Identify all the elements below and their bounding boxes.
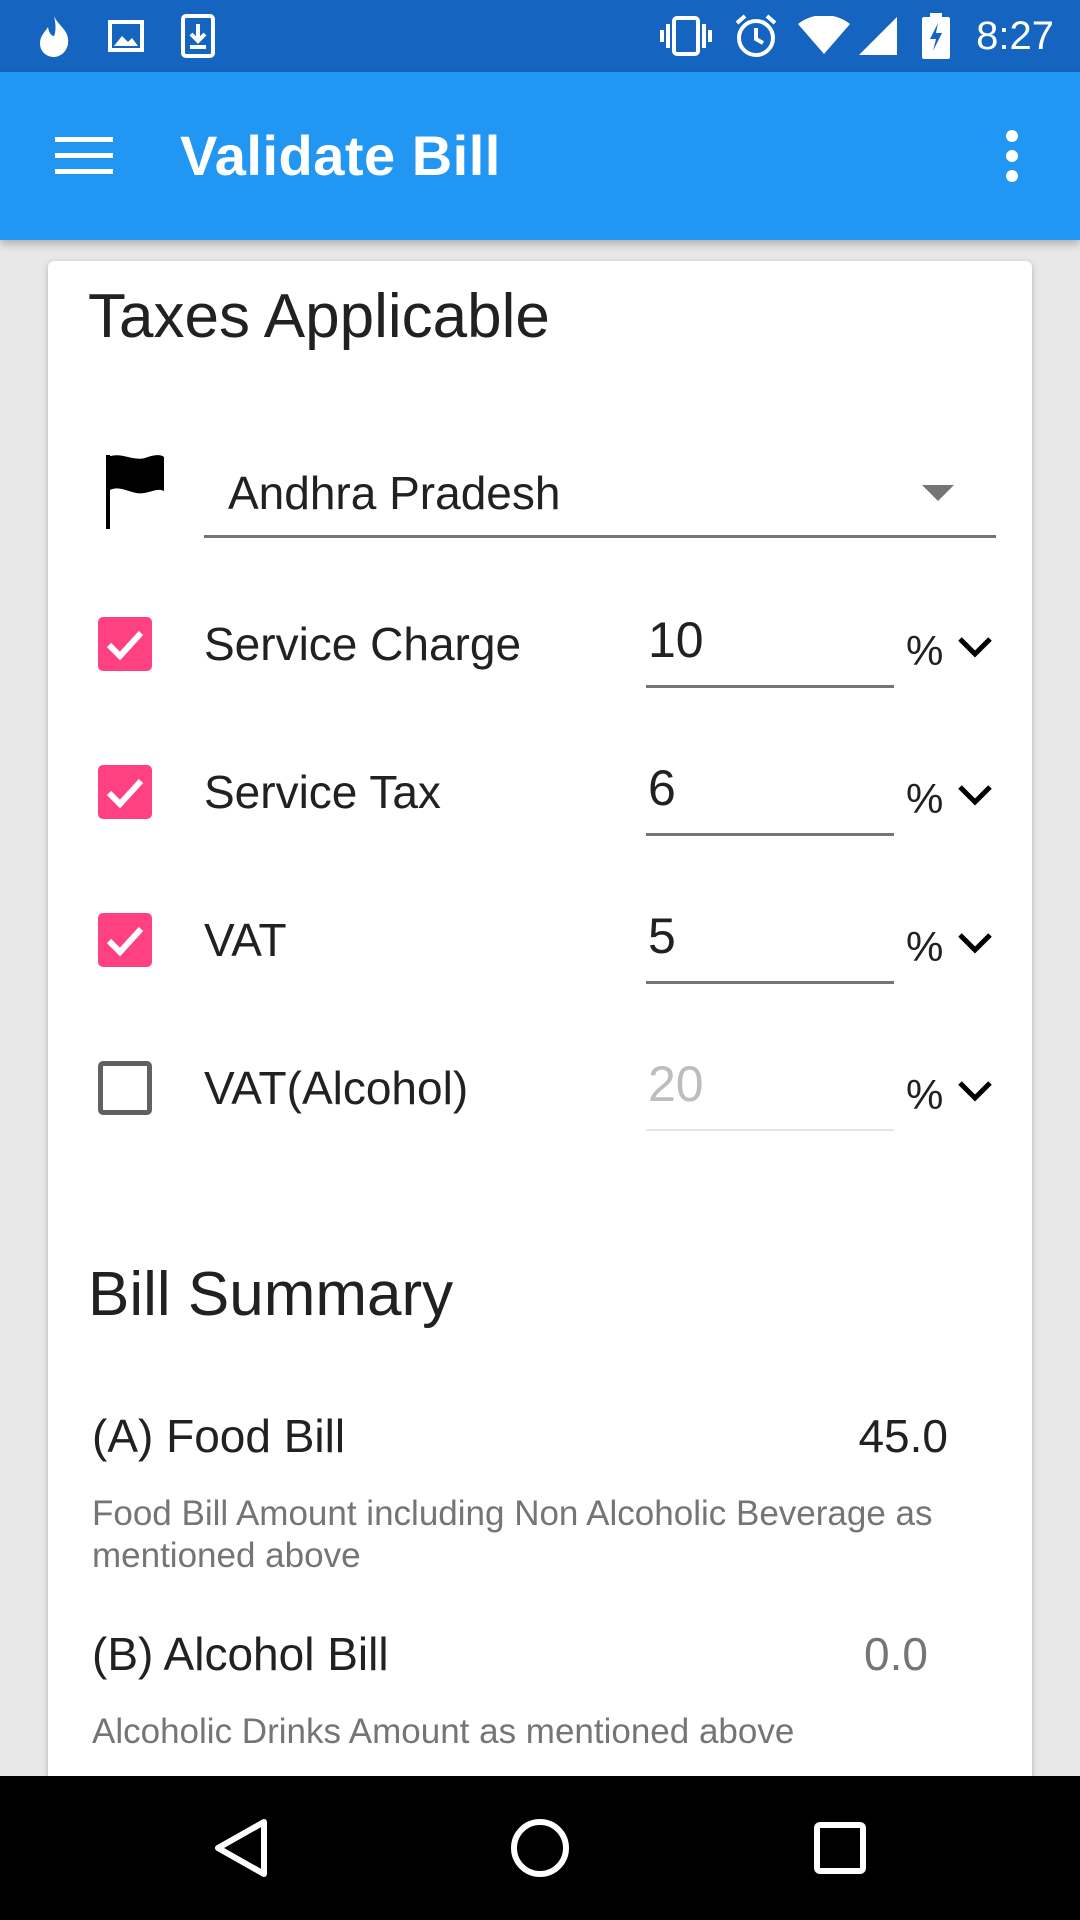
home-icon[interactable] bbox=[500, 1808, 580, 1888]
tax-row-service-tax: Service Tax 6 % bbox=[48, 735, 1032, 855]
checkbox-vat[interactable] bbox=[98, 913, 152, 967]
service-charge-input[interactable]: 10 bbox=[646, 595, 894, 688]
vat-input[interactable]: 5 bbox=[646, 891, 894, 984]
alcohol-bill-hint: Alcoholic Drinks Amount as mentioned abo… bbox=[92, 1712, 795, 1751]
unit-dropdown[interactable]: % bbox=[906, 735, 993, 855]
food-bill-row: (A) Food Bill 45.0 Food Bill Amount incl… bbox=[92, 1409, 992, 1575]
status-time: 8:27 bbox=[976, 14, 1054, 58]
chevron-down-icon bbox=[958, 933, 993, 954]
dropdown-arrow-icon bbox=[922, 485, 954, 501]
checkbox-service-charge[interactable] bbox=[98, 617, 152, 671]
summary-title: Bill Summary bbox=[88, 1260, 454, 1329]
tax-label: Service Charge bbox=[204, 618, 522, 670]
more-vert-icon[interactable] bbox=[972, 124, 1052, 188]
image-icon bbox=[104, 12, 148, 60]
unit-symbol: % bbox=[906, 775, 944, 822]
alcohol-bill-row: (B) Alcohol Bill 0.0 Alcoholic Drinks Am… bbox=[92, 1627, 992, 1767]
tax-label: Service Tax bbox=[204, 766, 441, 818]
unit-dropdown[interactable]: % bbox=[906, 587, 993, 707]
vibrate-icon bbox=[656, 12, 716, 60]
check-icon bbox=[106, 778, 144, 809]
flag-icon bbox=[100, 451, 170, 531]
check-icon bbox=[106, 926, 144, 957]
state-select[interactable]: Andhra Pradesh bbox=[204, 451, 996, 538]
chevron-down-icon bbox=[958, 637, 993, 658]
checkbox-service-tax[interactable] bbox=[98, 765, 152, 819]
back-icon[interactable] bbox=[200, 1808, 280, 1888]
recents-icon[interactable] bbox=[800, 1808, 880, 1888]
download-icon bbox=[176, 12, 220, 60]
tax-value: 20 bbox=[648, 1056, 704, 1112]
wifi-icon bbox=[798, 12, 850, 60]
taxes-title: Taxes Applicable bbox=[88, 282, 550, 351]
unit-symbol: % bbox=[906, 1071, 944, 1118]
tax-label: VAT(Alcohol) bbox=[204, 1062, 469, 1114]
unit-symbol: % bbox=[906, 627, 944, 674]
unit-symbol: % bbox=[906, 923, 944, 970]
status-bar: 8:27 bbox=[0, 0, 1080, 72]
chevron-down-icon bbox=[958, 785, 993, 806]
signal-icon bbox=[856, 12, 900, 60]
chevron-down-icon bbox=[958, 1081, 993, 1102]
flame-icon bbox=[32, 12, 76, 60]
tax-row-service-charge: Service Charge 10 % bbox=[48, 587, 1032, 707]
app-bar: Validate Bill bbox=[0, 72, 1080, 240]
alcohol-bill-value: 0.0 bbox=[864, 1628, 928, 1680]
check-icon bbox=[106, 630, 144, 661]
unit-dropdown[interactable]: % bbox=[906, 883, 993, 1003]
navigation-bar bbox=[0, 1776, 1080, 1920]
food-bill-value: 45.0 bbox=[858, 1410, 948, 1462]
tax-value: 6 bbox=[648, 760, 676, 816]
tax-row-vat-alcohol: VAT(Alcohol) 20 % bbox=[48, 1031, 1032, 1151]
tax-value: 10 bbox=[648, 612, 704, 668]
service-tax-input[interactable]: 6 bbox=[646, 743, 894, 836]
battery-charging-icon bbox=[920, 12, 952, 60]
content-card: Taxes Applicable Andhra Pradesh Service … bbox=[48, 261, 1032, 1821]
page-title: Validate Bill bbox=[180, 124, 501, 187]
alarm-icon bbox=[732, 12, 780, 60]
unit-dropdown[interactable]: % bbox=[906, 1031, 993, 1151]
checkbox-vat-alcohol[interactable] bbox=[98, 1061, 152, 1115]
state-select-value: Andhra Pradesh bbox=[228, 467, 561, 519]
hamburger-menu-icon[interactable] bbox=[44, 124, 124, 188]
food-bill-hint: Food Bill Amount including Non Alcoholic… bbox=[92, 1494, 933, 1575]
vat-alcohol-input[interactable]: 20 bbox=[646, 1039, 894, 1131]
tax-value: 5 bbox=[648, 908, 676, 964]
tax-row-vat: VAT 5 % bbox=[48, 883, 1032, 1003]
tax-label: VAT bbox=[204, 914, 287, 966]
food-bill-label: (A) Food Bill bbox=[92, 1410, 346, 1462]
alcohol-bill-label: (B) Alcohol Bill bbox=[92, 1628, 389, 1680]
